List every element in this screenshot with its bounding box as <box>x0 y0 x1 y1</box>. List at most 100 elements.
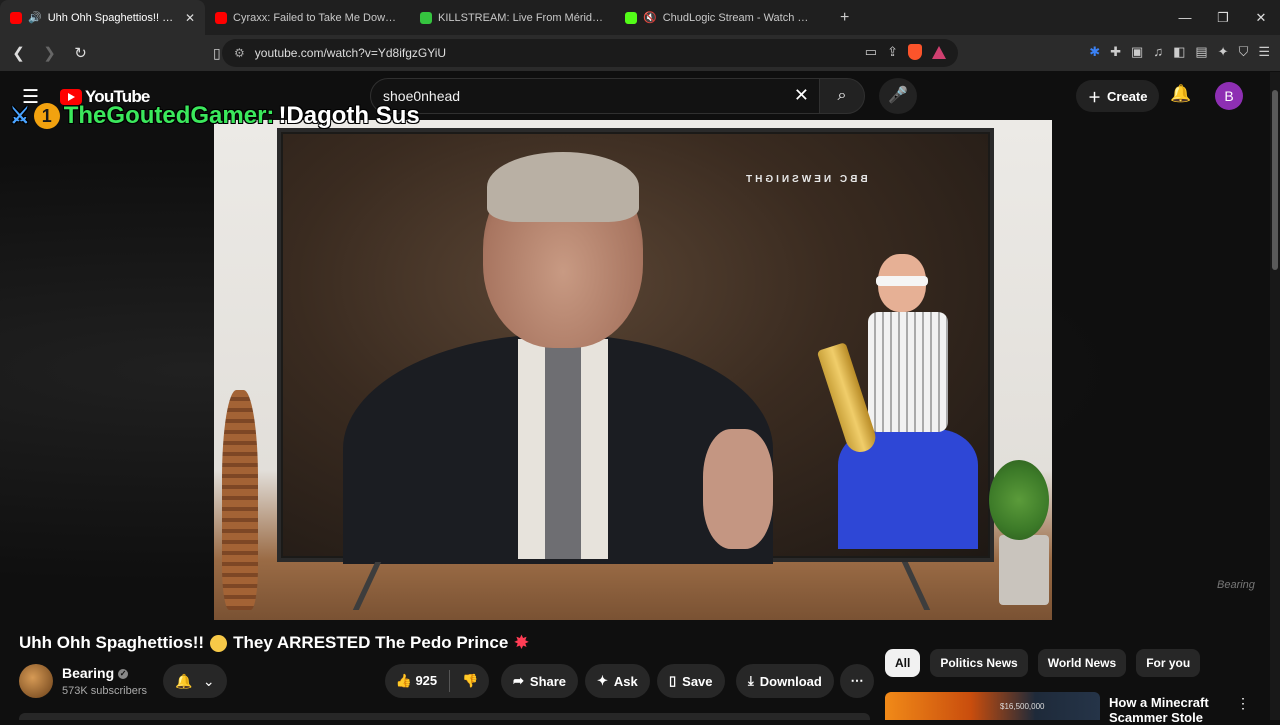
divider <box>449 670 451 692</box>
scrollbar-thumb[interactable] <box>1272 90 1278 270</box>
subscription-button[interactable]: 🔔 ⌄ <box>163 664 227 698</box>
bookmark-icon[interactable]: ▯ <box>213 45 221 62</box>
browser-tab-3[interactable]: KILLSTREAM: Live From Mérida, Mex <box>410 0 615 35</box>
screenshot-icon[interactable]: ▣ <box>1131 44 1143 60</box>
notification-bell-icon: 🔔 <box>175 672 193 689</box>
notifications-bell-icon[interactable]: 🔔 <box>1170 84 1191 104</box>
recommended-video-thumbnail[interactable] <box>885 692 1100 720</box>
ask-label: Ask <box>613 673 638 689</box>
back-icon[interactable]: ❮ <box>6 44 31 62</box>
tv-stand-left <box>352 562 416 610</box>
shield-icon[interactable]: ⛉ <box>1239 44 1249 60</box>
site-settings-icon[interactable]: ⚙ <box>234 46 245 60</box>
share-button[interactable]: ➦ Share <box>501 664 579 698</box>
chip-all[interactable]: All <box>885 649 921 677</box>
tab-audio-icon[interactable]: 🔊 <box>28 11 42 24</box>
man-hand <box>703 429 773 549</box>
browser-tab-2[interactable]: Cyraxx: Failed to Take Me Down! | Lol <box>205 0 410 35</box>
chip-for-you[interactable]: For you <box>1136 649 1201 677</box>
tab-title: KILLSTREAM: Live From Mérida, Mex <box>438 11 605 24</box>
url-text[interactable]: youtube.com/watch?v=Yd8ifgzGYiU <box>255 46 446 60</box>
vase-decoration <box>222 390 258 610</box>
sparkle-icon: ✦ <box>597 673 608 688</box>
create-button[interactable]: ＋ Create <box>1076 80 1160 112</box>
close-window-icon[interactable]: ✕ <box>1242 0 1280 35</box>
recommended-video-title[interactable]: How a Minecraft Scammer Stole <box>1109 695 1219 725</box>
plant <box>989 460 1049 540</box>
sax-guy-vest <box>868 312 948 432</box>
extensions-icon[interactable]: ✚ <box>1110 44 1121 60</box>
chat-badge: 1 <box>33 103 60 129</box>
search-icon: ⌕ <box>837 87 847 104</box>
menu-icon[interactable]: ☰ <box>1258 44 1270 60</box>
more-actions-button[interactable]: ⋯ <box>840 664 874 698</box>
browser-tab-4[interactable]: 🔇 ChudLogic Stream - Watch Live o <box>615 0 820 35</box>
chip-politics-news[interactable]: Politics News <box>930 649 1028 677</box>
reload-icon[interactable]: ↻ <box>68 44 93 62</box>
share-page-icon[interactable]: ⇪ <box>887 44 898 60</box>
address-bar-actions: ▭ ⇪ <box>865 44 946 60</box>
window-controls: — ❐ ✕ <box>1166 0 1280 35</box>
brave-rewards-icon[interactable] <box>932 46 946 59</box>
tv-stand-right <box>867 562 931 610</box>
video-watermark: Bearing <box>1217 579 1255 591</box>
chip-world-news[interactable]: World News <box>1037 649 1127 677</box>
clear-search-icon[interactable]: ✕ <box>794 85 809 106</box>
vpn-icon[interactable]: ✱ <box>1089 44 1100 60</box>
browser-tab-1[interactable]: 🔊 Uhh Ohh Spaghettios!! 😳 Th ✕ <box>0 0 205 35</box>
tv-screen: BBC NEWSNIGHT <box>283 134 988 564</box>
chevron-down-icon: ⌄ <box>202 672 215 689</box>
download-label: Download <box>759 673 822 689</box>
leo-ai-icon[interactable]: ✦ <box>1218 44 1229 60</box>
voice-search-button[interactable]: 🎤 <box>879 78 917 114</box>
browser-tab-strip: 🔊 Uhh Ohh Spaghettios!! 😳 Th ✕ Cyraxx: F… <box>0 0 1280 35</box>
forward-icon[interactable]: ❯ <box>37 44 62 62</box>
channel-name[interactable]: Bearing ✓ <box>62 665 129 681</box>
share-icon: ➦ <box>513 673 524 688</box>
wallet-icon[interactable]: ▤ <box>1195 44 1207 60</box>
description-box[interactable] <box>19 713 870 720</box>
browser-toolbar: ❮ ❯ ↻ ▯ ⚙ youtube.com/watch?v=Yd8ifgzGYi… <box>0 35 1280 71</box>
video-title: Uhh Ohh Spaghettios!! They ARRESTED The … <box>19 633 529 653</box>
channel-avatar[interactable] <box>19 664 53 698</box>
save-label: Save <box>682 673 713 689</box>
tab-title: ChudLogic Stream - Watch Live o <box>662 11 810 24</box>
ask-button[interactable]: ✦ Ask <box>585 664 650 698</box>
microphone-icon: 🎤 <box>888 87 908 104</box>
sidebar-icon[interactable]: ◧ <box>1173 44 1185 60</box>
chat-message: !Dagoth Sus <box>278 102 420 129</box>
share-label: Share <box>529 673 567 689</box>
close-tab-icon[interactable]: ✕ <box>185 11 195 25</box>
video-player[interactable]: BBC NEWSNIGHT <box>214 120 1052 620</box>
page-scrollbar[interactable] <box>1270 72 1280 720</box>
search-button[interactable]: ⌕ <box>819 78 865 114</box>
related-filter-chips: All Politics News World News For you <box>885 649 1201 677</box>
like-button[interactable]: 👍 925 <box>396 673 438 689</box>
like-count: 925 <box>415 673 438 688</box>
more-vertical-icon[interactable]: ⋮ <box>1236 695 1250 712</box>
address-bar[interactable]: ⚙ youtube.com/watch?v=Yd8ifgzGYiU ▭ ⇪ <box>222 39 958 67</box>
dislike-icon[interactable]: 👎 <box>462 673 478 689</box>
restore-icon[interactable]: ❐ <box>1204 0 1242 35</box>
brave-shields-icon[interactable] <box>908 44 922 60</box>
download-button[interactable]: ⤓ Download <box>736 664 834 698</box>
new-tab-button[interactable]: + <box>840 9 849 27</box>
channel-name-text[interactable]: Bearing <box>62 665 114 681</box>
bookmark-save-icon: ▯ <box>669 673 677 688</box>
cast-icon[interactable]: ▭ <box>865 44 877 60</box>
saxophone-guy-overlay <box>816 254 978 554</box>
media-icon[interactable]: ♫ <box>1153 44 1163 60</box>
thumbnail-overlay-text: $16,500,000 <box>1000 702 1045 711</box>
minimize-icon[interactable]: — <box>1166 0 1204 35</box>
extension-icons: ✱ ✚ ▣ ♫ ◧ ▤ ✦ ⛉ ☰ <box>1089 44 1270 60</box>
tab-muted-icon[interactable]: 🔇 <box>643 11 657 24</box>
video-title-rest: They ARRESTED The Pedo Prince <box>233 633 509 652</box>
collision-icon: ✸ <box>514 633 529 652</box>
account-avatar[interactable]: B <box>1215 82 1243 110</box>
search-input[interactable]: shoe0nhead ✕ <box>370 78 820 114</box>
chat-overlay: ⚔ 1 TheGoutedGamer: !Dagoth Sus <box>10 102 420 130</box>
chat-username: TheGoutedGamer: <box>63 102 275 129</box>
download-icon: ⤓ <box>748 673 754 688</box>
save-button[interactable]: ▯ Save <box>657 664 725 698</box>
verified-icon: ✓ <box>118 669 129 680</box>
